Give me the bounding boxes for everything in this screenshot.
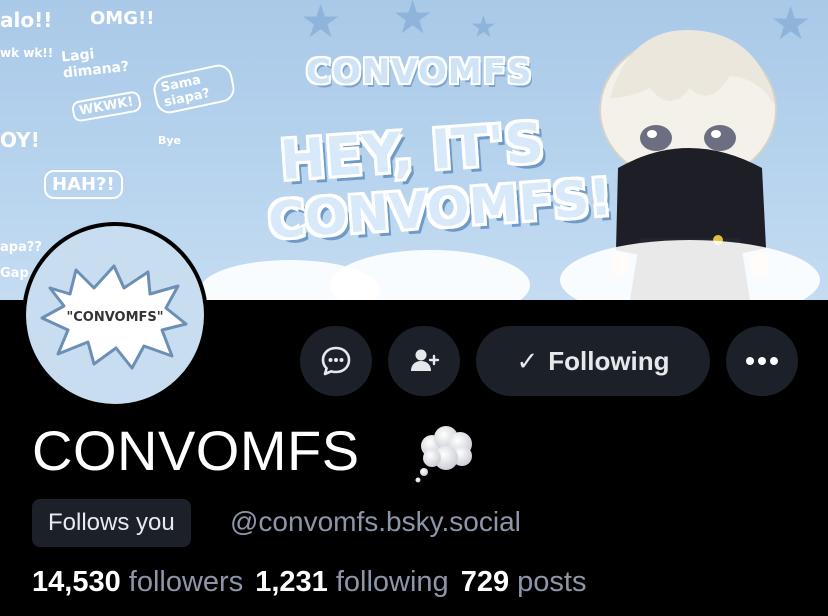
checkmark-icon: ✓ [516,345,539,376]
followers-label: followers [128,566,244,598]
following-count: 1,231 [255,566,328,598]
add-user-button[interactable] [388,326,460,396]
follows-you-badge: Follows you [32,499,191,547]
profile-display-name: CONVOMFS [32,419,360,482]
posts-label: posts [517,566,587,598]
avatar-image: "CONVOMFS" [26,226,204,404]
banner-doodle: Gap [0,266,29,281]
profile-avatar[interactable]: "CONVOMFS" [22,222,208,408]
followers-count: 14,530 [32,566,121,598]
following-button-label: Following [548,345,670,376]
star-decoration: ★ [392,0,434,43]
banner-doodle: WKWK! [70,90,143,123]
more-options-button[interactable] [726,326,798,396]
chat-bubble-icon [321,346,351,376]
banner-doodle: Sama siapa? [150,62,238,116]
banner-doodle: alo!! [0,8,53,32]
followers-stat[interactable]: 14,530 followers [32,566,243,598]
star-decoration: ★ [300,0,342,47]
banner-doodle: wk wk!! [0,46,54,60]
profile-stats: 14,530 followers 1,231 following 729 posts [32,566,586,599]
posts-stat: 729 posts [461,566,587,598]
follows-you-label: Follows you [48,509,175,536]
following-label: following [335,566,449,598]
thought-bubble-icon [415,426,472,483]
more-dots-icon [746,357,778,365]
banner-doodle: OMG!! [90,8,155,29]
posts-count: 729 [460,566,510,598]
banner-doodle: apa?? [0,240,42,255]
banner-doodle: OY! [0,128,40,152]
star-decoration: ★ [470,11,497,44]
banner-doodle: HAH?! [44,170,123,199]
profile-handle: @convomfs.bsky.social [230,506,521,537]
following-stat[interactable]: 1,231 following [255,566,448,598]
add-user-icon [411,349,440,371]
banner-doodle: Bye [158,134,182,147]
following-button[interactable]: ✓ Following [476,326,710,396]
avatar-label-text: "CONVOMFS" [66,310,164,325]
banner-logo-text: CONVOMFS [306,52,533,92]
message-button[interactable] [300,326,372,396]
banner-doodle: Lagi dimana? [60,46,130,82]
cloud-decoration [330,250,530,300]
